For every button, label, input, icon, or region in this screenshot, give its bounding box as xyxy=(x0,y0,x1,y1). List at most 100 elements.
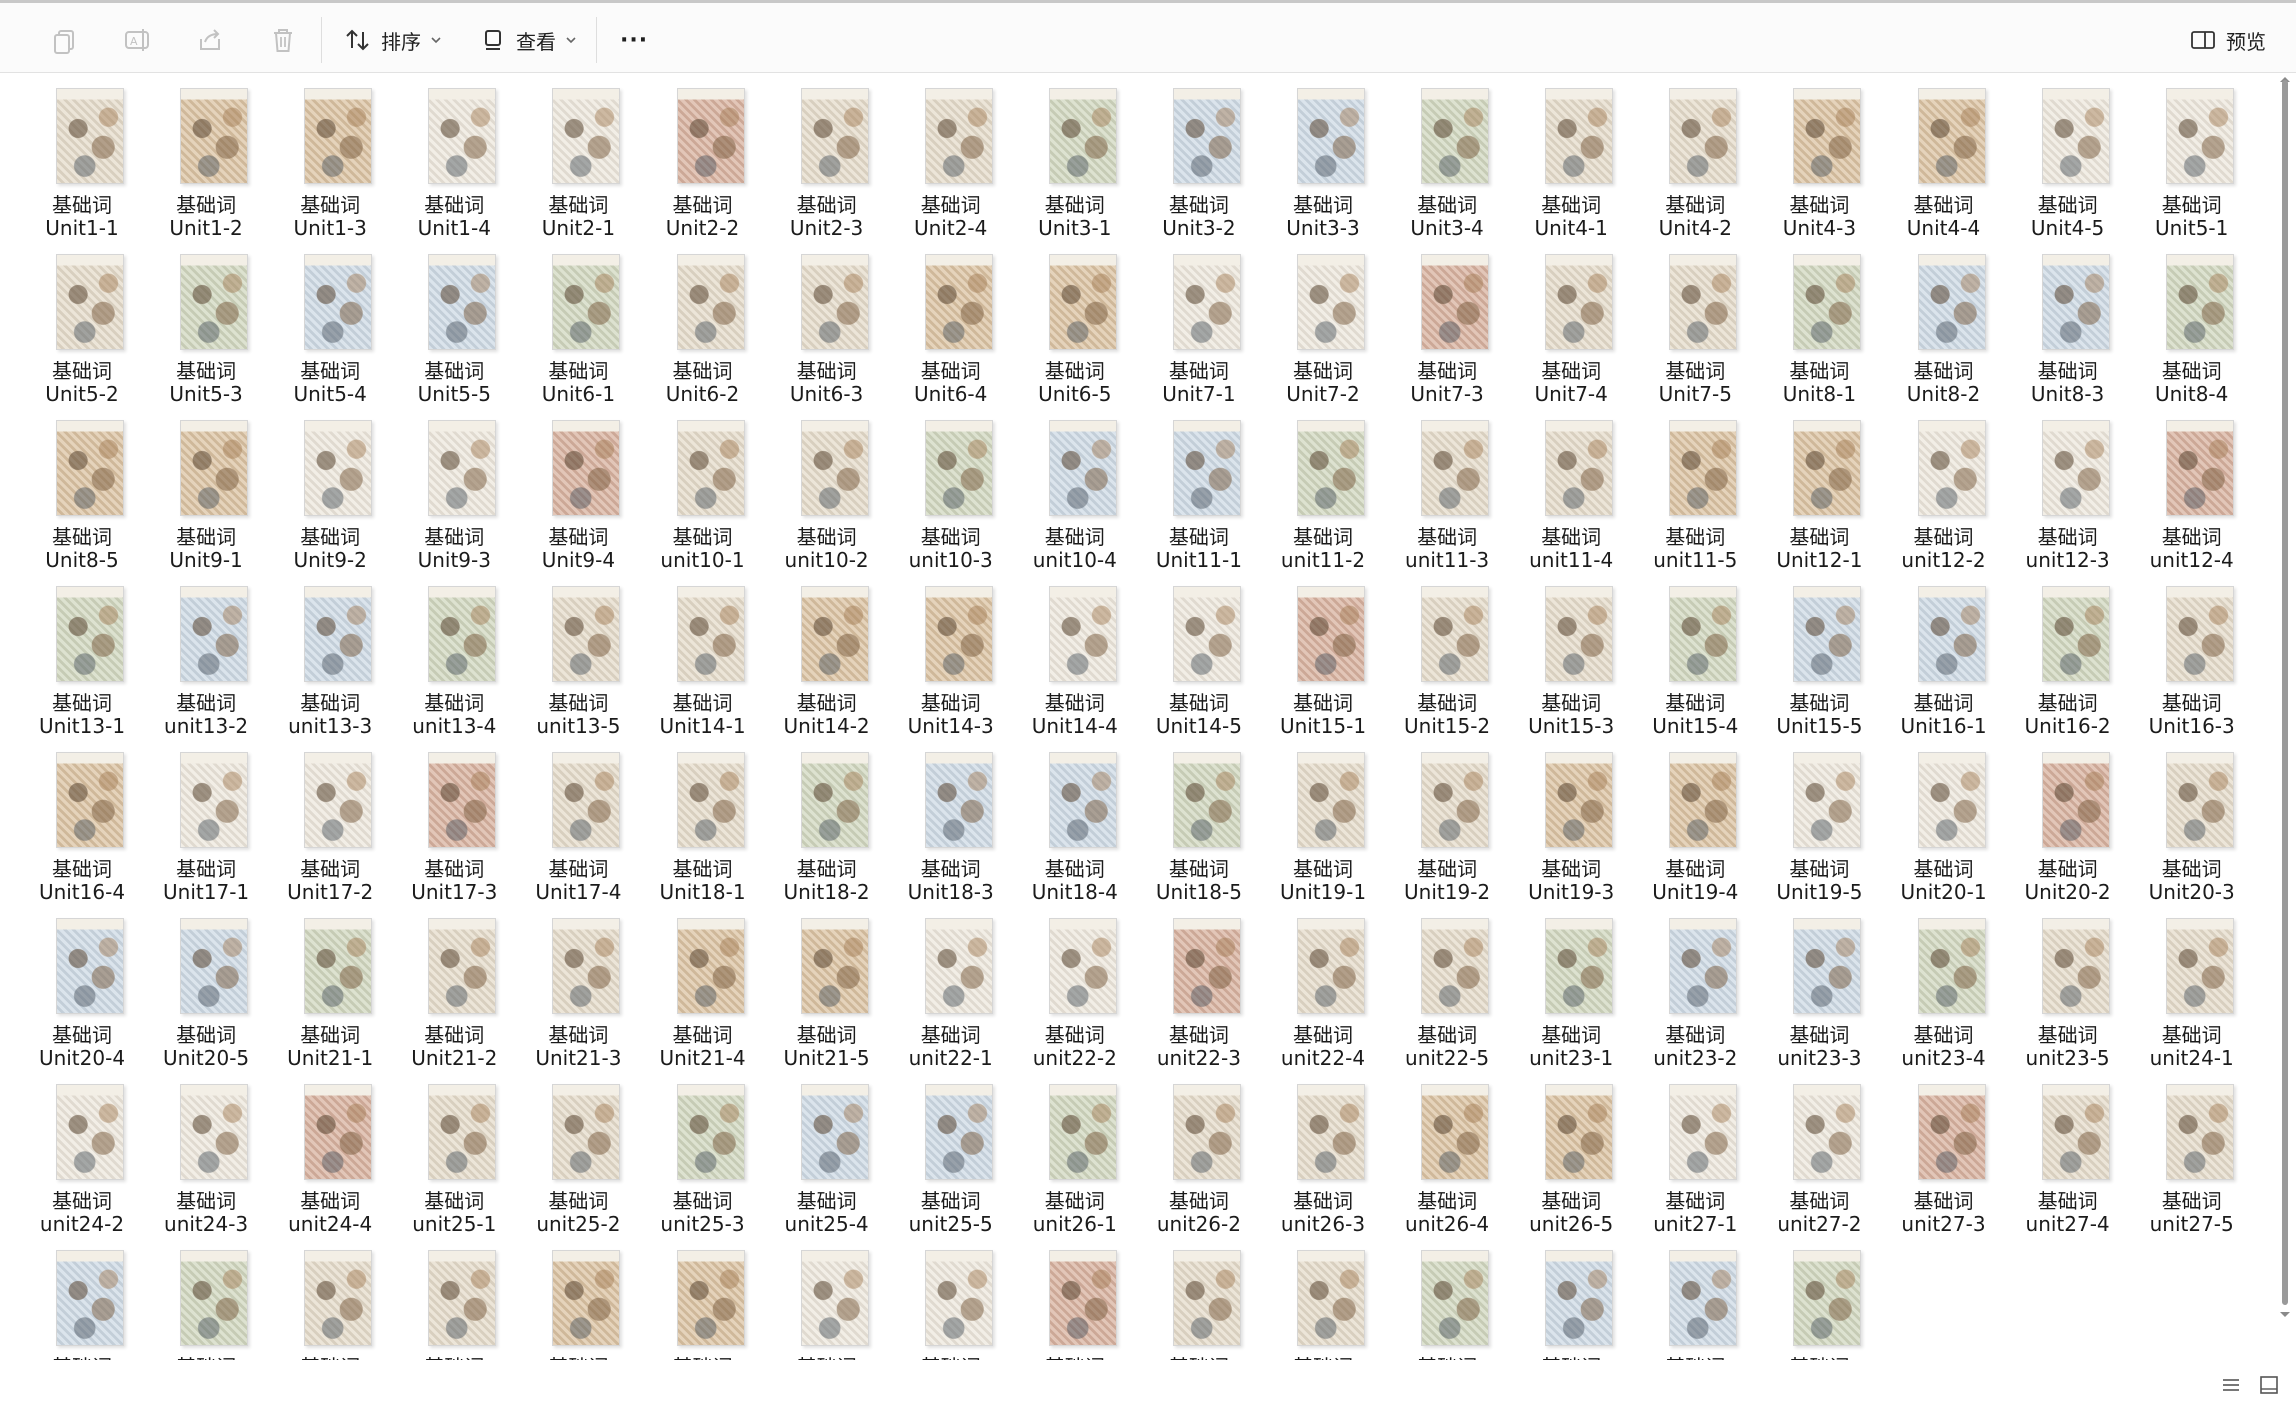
file-item[interactable]: 基础词 unit13-4 xyxy=(392,572,516,738)
file-item[interactable]: 基础词 xyxy=(1261,1236,1385,1360)
file-item[interactable]: 基础词 unit27-3 xyxy=(1882,1070,2006,1236)
file-item[interactable]: 基础词 Unit21-5 xyxy=(765,904,889,1070)
file-item[interactable]: 基础词 xyxy=(1633,1236,1757,1360)
file-item[interactable]: 基础词 unit24-4 xyxy=(268,1070,392,1236)
file-item[interactable]: 基础词 Unit8-3 xyxy=(2006,240,2130,406)
file-item[interactable]: 基础词 Unit13-1 xyxy=(20,572,144,738)
scroll-down-arrow-icon[interactable] xyxy=(2278,1310,2292,1320)
file-item[interactable]: 基础词 Unit9-3 xyxy=(392,406,516,572)
file-item[interactable]: 基础词 Unit19-4 xyxy=(1633,738,1757,904)
file-item[interactable]: 基础词 Unit18-1 xyxy=(641,738,765,904)
file-item[interactable]: 基础词 Unit19-1 xyxy=(1261,738,1385,904)
file-item[interactable]: 基础词 Unit2-1 xyxy=(516,74,640,240)
file-item[interactable]: 基础词 unit23-4 xyxy=(1882,904,2006,1070)
file-item[interactable]: 基础词 Unit19-3 xyxy=(1509,738,1633,904)
file-item[interactable]: 基础词 unit27-4 xyxy=(2006,1070,2130,1236)
file-item[interactable]: 基础词 Unit6-3 xyxy=(765,240,889,406)
file-item[interactable]: 基础词 Unit15-3 xyxy=(1509,572,1633,738)
file-item[interactable]: 基础词 xyxy=(1137,1236,1261,1360)
file-item[interactable]: 基础词 Unit14-4 xyxy=(1013,572,1137,738)
file-item[interactable]: 基础词 xyxy=(641,1236,765,1360)
file-item[interactable]: 基础词 Unit3-1 xyxy=(1013,74,1137,240)
file-item[interactable]: 基础词 unit26-1 xyxy=(1013,1070,1137,1236)
file-item[interactable]: 基础词 unit24-2 xyxy=(20,1070,144,1236)
file-item[interactable]: 基础词 unit26-2 xyxy=(1137,1070,1261,1236)
file-item[interactable]: 基础词 Unit18-4 xyxy=(1013,738,1137,904)
file-item[interactable]: 基础词 Unit12-1 xyxy=(1757,406,1881,572)
file-item[interactable]: 基础词 xyxy=(144,1236,268,1360)
file-item[interactable]: 基础词 unit22-1 xyxy=(889,904,1013,1070)
file-item[interactable]: 基础词 Unit1-3 xyxy=(268,74,392,240)
file-item[interactable]: 基础词 Unit2-3 xyxy=(765,74,889,240)
large-icons-view-icon[interactable] xyxy=(2258,1374,2280,1396)
file-item[interactable]: 基础词 Unit20-3 xyxy=(2130,738,2254,904)
file-item[interactable]: 基础词 Unit6-2 xyxy=(641,240,765,406)
file-item[interactable]: 基础词 Unit3-4 xyxy=(1385,74,1509,240)
file-item[interactable]: 基础词 Unit1-1 xyxy=(20,74,144,240)
file-item[interactable]: 基础词 Unit20-5 xyxy=(144,904,268,1070)
file-item[interactable]: 基础词 Unit21-3 xyxy=(516,904,640,1070)
file-item[interactable]: 基础词 Unit4-3 xyxy=(1757,74,1881,240)
file-item[interactable]: 基础词 xyxy=(268,1236,392,1360)
file-item[interactable]: 基础词 Unit1-2 xyxy=(144,74,268,240)
file-item[interactable]: 基础词 unit13-5 xyxy=(516,572,640,738)
file-item[interactable]: 基础词 Unit4-2 xyxy=(1633,74,1757,240)
file-item[interactable]: 基础词 unit10-4 xyxy=(1013,406,1137,572)
file-item[interactable]: 基础词 Unit5-2 xyxy=(20,240,144,406)
file-item[interactable]: 基础词 unit11-5 xyxy=(1633,406,1757,572)
file-item[interactable]: 基础词 Unit15-1 xyxy=(1261,572,1385,738)
file-item[interactable]: 基础词 Unit7-2 xyxy=(1261,240,1385,406)
file-item[interactable]: 基础词 Unit18-3 xyxy=(889,738,1013,904)
file-item[interactable]: 基础词 unit22-5 xyxy=(1385,904,1509,1070)
file-item[interactable]: 基础词 Unit9-2 xyxy=(268,406,392,572)
file-item[interactable]: 基础词 Unit17-4 xyxy=(516,738,640,904)
file-item[interactable]: 基础词 Unit1-4 xyxy=(392,74,516,240)
file-item[interactable]: 基础词 xyxy=(1385,1236,1509,1360)
file-item[interactable]: 基础词 unit12-3 xyxy=(2006,406,2130,572)
preview-pane-button[interactable]: 预览 xyxy=(2190,21,2266,59)
file-item[interactable]: 基础词 unit11-2 xyxy=(1261,406,1385,572)
file-item[interactable]: 基础词 Unit15-2 xyxy=(1385,572,1509,738)
more-options-button[interactable]: ··· xyxy=(620,21,648,59)
vertical-scrollbar-thumb[interactable] xyxy=(2282,80,2288,1305)
file-item[interactable]: 基础词 Unit19-2 xyxy=(1385,738,1509,904)
file-item[interactable]: 基础词 Unit4-4 xyxy=(1882,74,2006,240)
file-item[interactable]: 基础词 Unit6-4 xyxy=(889,240,1013,406)
file-item[interactable]: 基础词 Unit4-5 xyxy=(2006,74,2130,240)
file-item[interactable]: 基础词 Unit3-3 xyxy=(1261,74,1385,240)
file-item[interactable]: 基础词 Unit8-2 xyxy=(1882,240,2006,406)
file-item[interactable]: 基础词 unit10-3 xyxy=(889,406,1013,572)
file-item[interactable]: 基础词 unit23-5 xyxy=(2006,904,2130,1070)
file-item[interactable]: 基础词 Unit15-5 xyxy=(1757,572,1881,738)
file-item[interactable]: 基础词 unit22-2 xyxy=(1013,904,1137,1070)
file-item[interactable]: 基础词 unit25-1 xyxy=(392,1070,516,1236)
file-item[interactable]: 基础词 Unit17-3 xyxy=(392,738,516,904)
share-icon[interactable] xyxy=(195,25,225,55)
file-item[interactable]: 基础词 xyxy=(1509,1236,1633,1360)
file-item[interactable]: 基础词 unit23-3 xyxy=(1757,904,1881,1070)
file-item[interactable]: 基础词 Unit17-2 xyxy=(268,738,392,904)
file-item[interactable]: 基础词 xyxy=(20,1236,144,1360)
file-item[interactable]: 基础词 Unit2-4 xyxy=(889,74,1013,240)
file-item[interactable]: 基础词 Unit20-2 xyxy=(2006,738,2130,904)
file-item[interactable]: 基础词 Unit16-4 xyxy=(20,738,144,904)
file-item[interactable]: 基础词 unit13-3 xyxy=(268,572,392,738)
sort-button[interactable]: 排序 xyxy=(345,21,443,59)
file-item[interactable]: 基础词 Unit7-1 xyxy=(1137,240,1261,406)
file-item[interactable]: 基础词 Unit21-2 xyxy=(392,904,516,1070)
file-item[interactable]: 基础词 unit23-1 xyxy=(1509,904,1633,1070)
file-item[interactable]: 基础词 Unit14-5 xyxy=(1137,572,1261,738)
file-item[interactable]: 基础词 unit26-4 xyxy=(1385,1070,1509,1236)
file-item[interactable]: 基础词 Unit18-2 xyxy=(765,738,889,904)
file-item[interactable]: 基础词 Unit5-5 xyxy=(392,240,516,406)
file-item[interactable]: 基础词 unit12-4 xyxy=(2130,406,2254,572)
file-item[interactable]: 基础词 Unit20-1 xyxy=(1882,738,2006,904)
file-item[interactable]: 基础词 unit25-4 xyxy=(765,1070,889,1236)
file-item[interactable]: 基础词 Unit3-2 xyxy=(1137,74,1261,240)
file-item[interactable]: 基础词 Unit14-2 xyxy=(765,572,889,738)
rename-icon[interactable]: A xyxy=(123,25,153,55)
file-item[interactable]: 基础词 Unit7-4 xyxy=(1509,240,1633,406)
file-item[interactable]: 基础词 xyxy=(392,1236,516,1360)
file-item[interactable]: 基础词 unit22-3 xyxy=(1137,904,1261,1070)
file-item[interactable]: 基础词 Unit17-1 xyxy=(144,738,268,904)
